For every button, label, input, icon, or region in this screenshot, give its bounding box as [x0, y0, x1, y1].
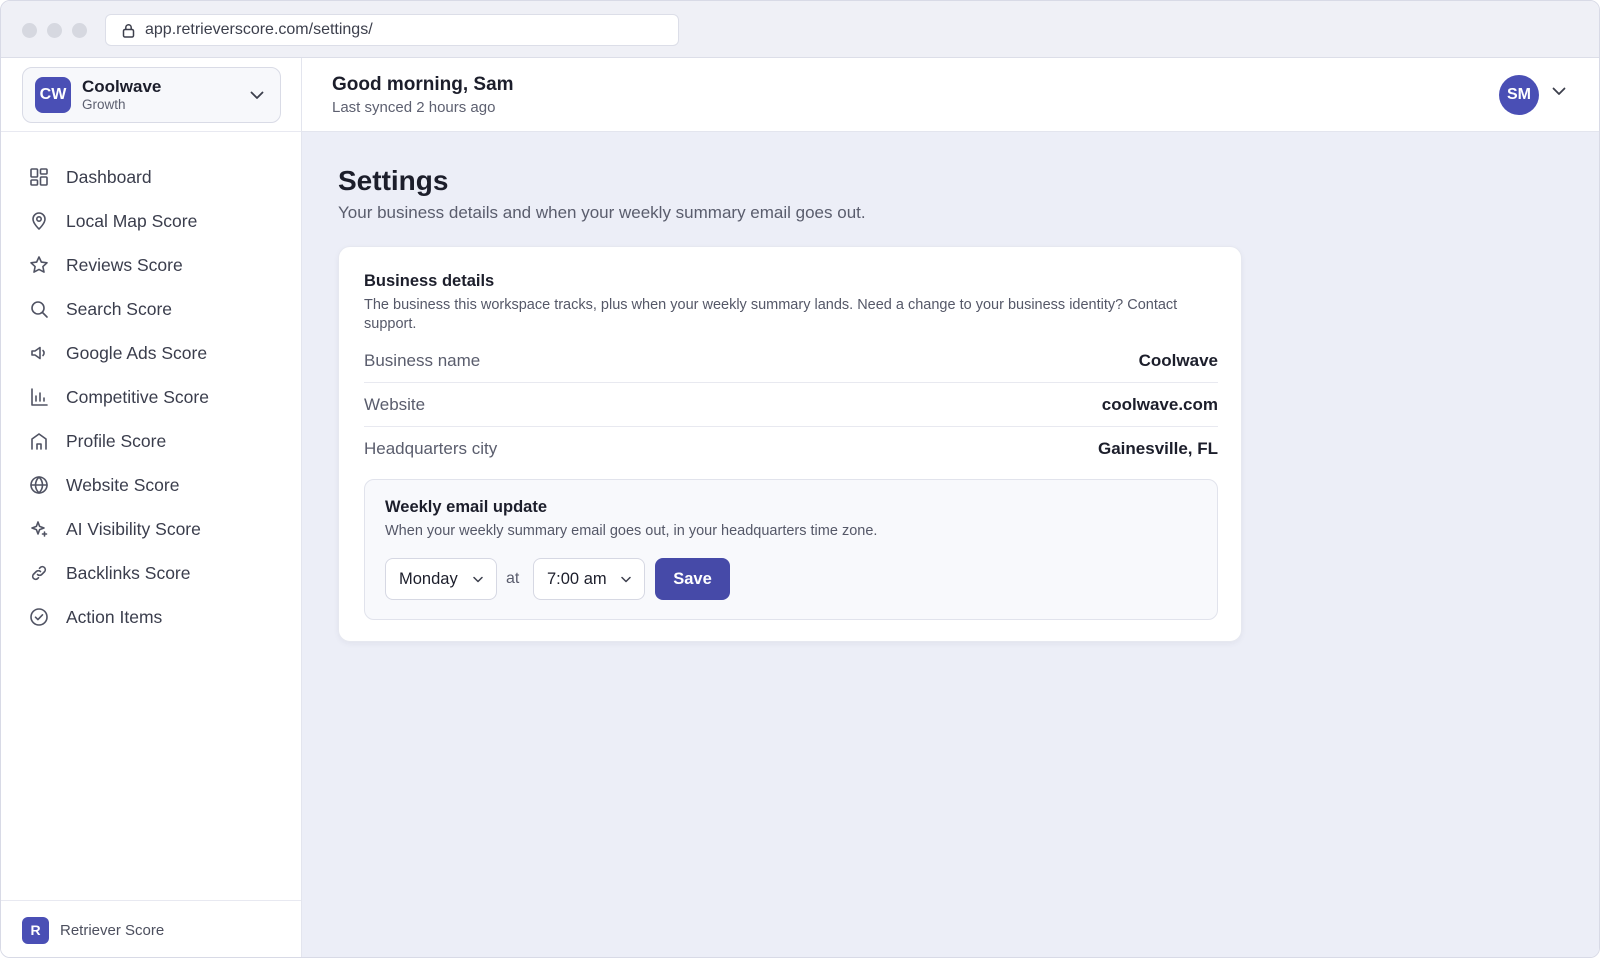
- search-icon: [29, 299, 49, 319]
- detail-row-headquarters-city: Headquarters city Gainesville, FL: [364, 427, 1218, 471]
- sidebar-nav: Dashboard Local Map Score Reviews Score …: [1, 132, 301, 639]
- card-description: The business this workspace tracks, plus…: [364, 297, 1178, 332]
- sidebar-item-website-score[interactable]: Website Score: [1, 463, 301, 507]
- sidebar-item-label: Competitive Score: [66, 386, 209, 407]
- chevron-down-icon: [250, 91, 264, 99]
- browser-window: app.retrieverscore.com/settings/ CW Cool…: [0, 0, 1600, 958]
- main-content: Settings Your business details and when …: [302, 132, 1599, 957]
- sidebar-item-label: Reviews Score: [66, 254, 183, 275]
- row-value: Coolwave: [1138, 350, 1218, 370]
- weekly-email-section: Weekly email update When your weekly sum…: [364, 479, 1218, 620]
- brand-name: Retriever Score: [60, 921, 165, 939]
- sidebar-item-competitive-score[interactable]: Competitive Score: [1, 375, 301, 419]
- link-icon: [29, 563, 49, 583]
- workspace-text: Coolwave Growth: [82, 77, 250, 113]
- workspace-switcher[interactable]: CW Coolwave Growth: [22, 67, 281, 123]
- globe-icon: [29, 475, 49, 495]
- row-label: Website: [364, 394, 426, 414]
- sync-status: Last synced 2 hours ago: [332, 99, 496, 116]
- sidebar-item-backlinks-score[interactable]: Backlinks Score: [1, 551, 301, 595]
- weekly-email-description: When your weekly summary email goes out,…: [385, 523, 878, 539]
- sidebar-item-label: Search Score: [66, 298, 173, 319]
- at-label: at: [506, 570, 520, 587]
- page-title: Settings: [338, 165, 449, 196]
- row-label: Business name: [364, 350, 481, 370]
- brand-logo: R: [22, 916, 49, 944]
- dashboard-icon: [29, 167, 49, 187]
- map-pin-icon: [29, 211, 49, 231]
- sidebar-footer: R Retriever Score: [1, 900, 301, 957]
- detail-row-website: Website coolwave.com: [364, 383, 1218, 427]
- browser-chrome: app.retrieverscore.com/settings/: [1, 1, 1599, 58]
- user-avatar[interactable]: SM: [1499, 75, 1539, 115]
- time-select-value: 7:00 am: [547, 569, 607, 588]
- sidebar-item-ai-visibility-score[interactable]: AI Visibility Score: [1, 507, 301, 551]
- sidebar-item-search-score[interactable]: Search Score: [1, 287, 301, 331]
- lock-icon: [122, 23, 135, 38]
- sidebar-item-label: Action Items: [66, 606, 163, 627]
- storefront-icon: [29, 431, 49, 451]
- chevron-down-icon: [473, 576, 483, 583]
- workspace-section: CW Coolwave Growth: [1, 58, 301, 132]
- detail-row-business-name: Business name Coolwave: [364, 339, 1218, 383]
- sidebar-item-label: Local Map Score: [66, 210, 198, 231]
- day-select-value: Monday: [399, 569, 458, 588]
- sidebar-item-local-map-score[interactable]: Local Map Score: [1, 199, 301, 243]
- sidebar-item-action-items[interactable]: Action Items: [1, 595, 301, 639]
- card-title: Business details: [364, 272, 495, 290]
- day-select[interactable]: Monday: [385, 558, 497, 600]
- row-label: Headquarters city: [364, 439, 498, 458]
- sidebar-item-label: Dashboard: [66, 166, 152, 187]
- greeting: Good morning, Sam: [332, 74, 514, 95]
- address-bar[interactable]: app.retrieverscore.com/settings/: [105, 14, 679, 46]
- top-bar: Good morning, Sam Last synced 2 hours ag…: [302, 58, 1599, 132]
- sidebar-item-label: Google Ads Score: [66, 342, 208, 363]
- star-icon: [29, 255, 49, 275]
- sidebar-item-label: Website Score: [66, 474, 180, 495]
- sidebar-item-label: AI Visibility Score: [66, 518, 201, 539]
- megaphone-icon: [29, 343, 49, 363]
- sidebar-item-google-ads-score[interactable]: Google Ads Score: [1, 331, 301, 375]
- sidebar-item-profile-score[interactable]: Profile Score: [1, 419, 301, 463]
- sparkle-icon: [29, 519, 49, 539]
- weekly-email-title: Weekly email update: [385, 498, 548, 516]
- url-text: app.retrieverscore.com/settings/: [145, 21, 373, 38]
- workspace-plan: Growth: [82, 97, 126, 112]
- row-value: Gainesville, FL: [1098, 439, 1218, 458]
- sidebar-item-label: Backlinks Score: [66, 562, 191, 583]
- sidebar-item-label: Profile Score: [66, 430, 167, 451]
- check-circle-icon: [29, 607, 49, 627]
- row-value: coolwave.com: [1101, 394, 1218, 414]
- chevron-down-icon: [621, 576, 631, 583]
- chevron-down-icon[interactable]: [1552, 87, 1566, 96]
- workspace-logo: CW: [35, 77, 71, 113]
- sidebar-item-dashboard[interactable]: Dashboard: [1, 155, 301, 199]
- page-subtitle: Your business details and when your week…: [338, 203, 866, 222]
- business-details-card: Business details The business this works…: [338, 246, 1242, 642]
- time-select[interactable]: 7:00 am: [533, 558, 645, 600]
- window-close-dot[interactable]: [22, 23, 37, 38]
- sidebar-item-reviews-score[interactable]: Reviews Score: [1, 243, 301, 287]
- save-button[interactable]: Save: [655, 558, 730, 600]
- bar-chart-icon: [29, 387, 49, 407]
- window-maximize-dot[interactable]: [72, 23, 87, 38]
- window-minimize-dot[interactable]: [47, 23, 62, 38]
- workspace-name: Coolwave: [82, 77, 162, 96]
- sidebar: CW Coolwave Growth Dashboard Local Map S…: [1, 58, 302, 957]
